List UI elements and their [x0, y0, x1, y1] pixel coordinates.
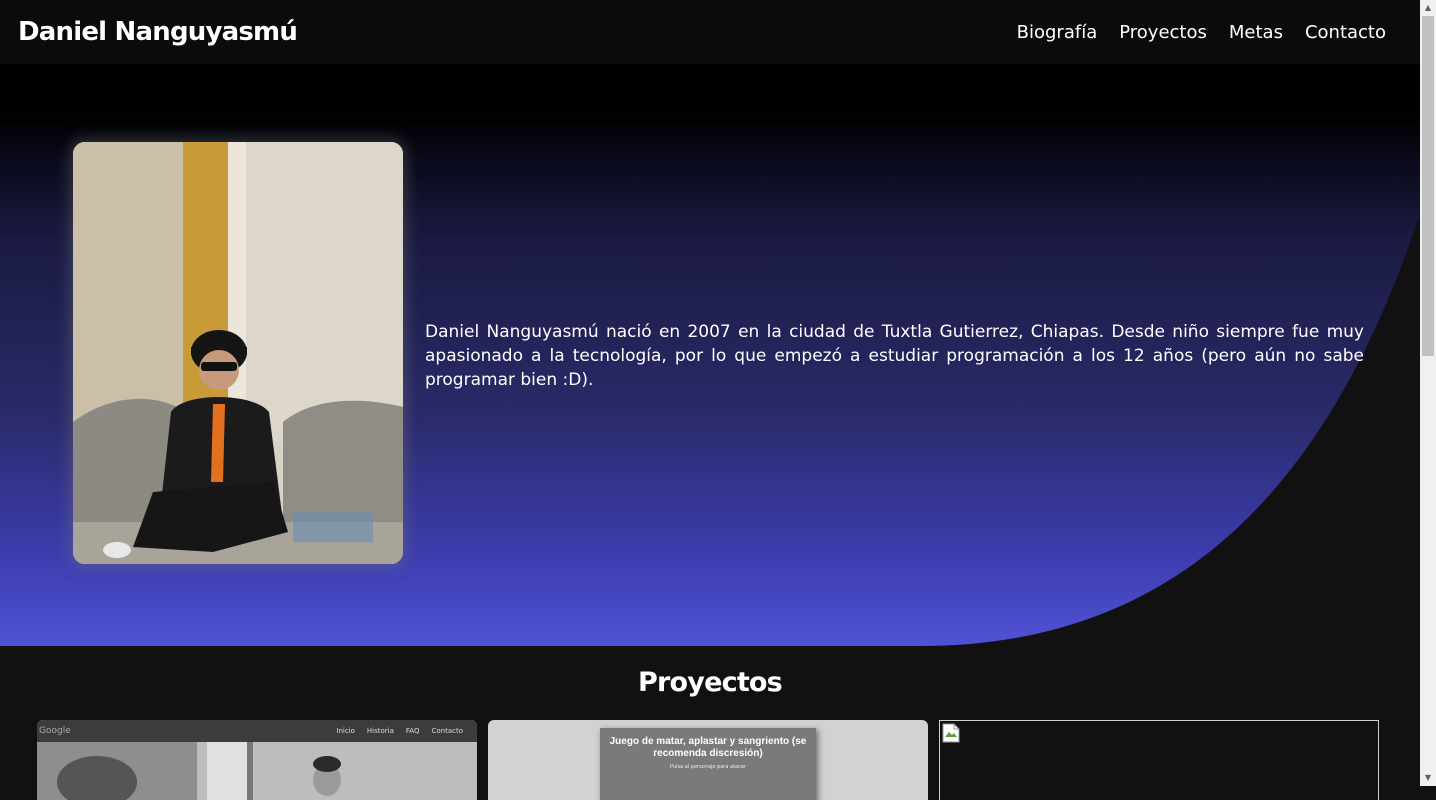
project-card-2-title: Juego de matar, aplastar y sangriento (s… — [609, 736, 807, 759]
project-card-1-menu-item: FAQ — [405, 727, 420, 735]
nav-metas[interactable]: Metas — [1229, 22, 1283, 43]
project-card-1-image — [37, 742, 477, 800]
nav-proyectos[interactable]: Proyectos — [1119, 22, 1207, 43]
hero-section: Daniel Nanguyasmú nació en 2007 en la ci… — [0, 64, 1420, 646]
project-card-1-menu-item: Contacto — [431, 727, 463, 735]
navbar: Daniel Nanguyasmú Biografía Proyectos Me… — [0, 0, 1420, 64]
project-card-2[interactable]: Juego de matar, aplastar y sangriento (s… — [488, 720, 928, 800]
scroll-down-icon[interactable]: ▼ — [1420, 770, 1436, 786]
project-card-1-header: Google Inicio Historia FAQ Contacto — [37, 720, 477, 742]
bio-text: Daniel Nanguyasmú nació en 2007 en la ci… — [425, 322, 1364, 390]
project-card-2-subtitle: Pulsa al personaje para atacar — [670, 764, 746, 770]
project-card-1-menu-item: Inicio — [336, 727, 355, 735]
project-card-1-logo: Google — [39, 726, 71, 736]
project-card-1[interactable]: Google Inicio Historia FAQ Contacto — [37, 720, 477, 800]
project-card-2-preview: Juego de matar, aplastar y sangriento (s… — [600, 728, 816, 800]
site-brand[interactable]: Daniel Nanguyasmú — [18, 17, 298, 47]
page-scrollbar[interactable]: ▲ ▼ — [1420, 0, 1436, 786]
projects-title: Proyectos — [638, 667, 783, 698]
nav-links: Biografía Proyectos Metas Contacto — [1017, 22, 1386, 43]
project-card-3[interactable] — [939, 720, 1379, 800]
nav-contacto[interactable]: Contacto — [1305, 22, 1386, 43]
scroll-up-icon[interactable]: ▲ — [1420, 0, 1436, 16]
nav-biografia[interactable]: Biografía — [1017, 22, 1098, 43]
project-card-1-menu: Inicio Historia FAQ Contacto — [336, 727, 463, 735]
broken-image-icon — [942, 723, 960, 743]
scrollbar-thumb[interactable] — [1422, 16, 1434, 356]
profile-photo — [73, 142, 403, 564]
project-card-1-menu-item: Historia — [366, 727, 394, 735]
